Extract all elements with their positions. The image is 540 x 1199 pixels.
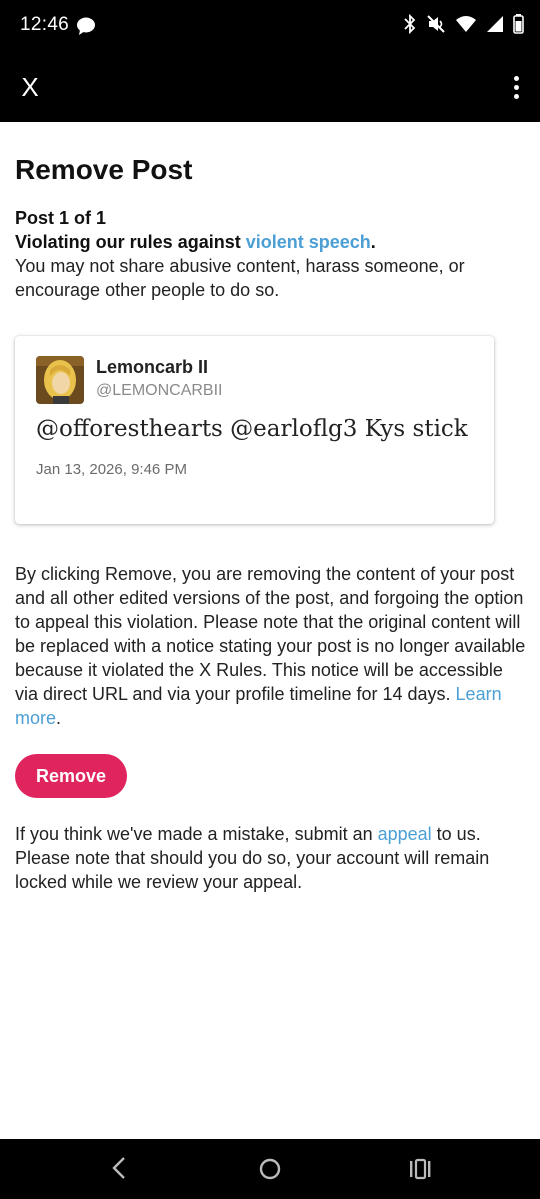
- avatar: [36, 356, 84, 404]
- post-count: Post 1 of 1: [15, 208, 107, 228]
- status-bar: 12:46: [0, 0, 540, 52]
- appeal-link[interactable]: appeal: [378, 824, 432, 844]
- removal-notice-suffix: .: [56, 708, 62, 728]
- appeal-info: If you think we've made a mistake, submi…: [15, 822, 527, 894]
- violent-speech-link[interactable]: violent speech: [246, 232, 371, 252]
- mute-icon: [426, 14, 446, 39]
- appeal-prefix: If you think we've made a mistake, submi…: [15, 824, 378, 844]
- post-timestamp: Jan 13, 2026, 9:46 PM: [36, 461, 187, 478]
- violation-suffix: .: [370, 232, 376, 252]
- system-navigation-bar: [0, 1139, 540, 1199]
- rule-description: You may not share abusive content, haras…: [15, 256, 465, 300]
- removal-notice-text: By clicking Remove, you are removing the…: [15, 564, 526, 704]
- more-options-icon[interactable]: [512, 76, 520, 100]
- post-display-name: Lemoncarb II: [96, 357, 209, 377]
- battery-icon: [513, 14, 524, 39]
- main-content: Remove Post Post 1 of 1 Violating our ru…: [15, 122, 527, 894]
- removal-notice: By clicking Remove, you are removing the…: [15, 562, 527, 730]
- cellular-signal-icon: [486, 15, 504, 38]
- app-bar: X: [0, 52, 540, 122]
- page-title: Remove Post: [15, 154, 193, 185]
- close-button[interactable]: X: [18, 72, 42, 102]
- post-text: @offoresthearts @earloflg3 Kys stick: [36, 416, 468, 442]
- chat-notification-icon: [76, 17, 96, 40]
- wifi-icon: [455, 15, 477, 38]
- violation-rule: Violating our rules against violent spee…: [15, 230, 527, 254]
- violation-prefix: Violating our rules against: [15, 232, 246, 252]
- bluetooth-icon: [403, 13, 417, 39]
- back-icon[interactable]: [108, 1155, 132, 1186]
- recents-icon[interactable]: [408, 1158, 432, 1185]
- status-icons: [403, 13, 524, 39]
- post-card: Lemoncarb II @LEMONCARBII @offorestheart…: [15, 336, 494, 524]
- remove-button[interactable]: Remove: [15, 754, 127, 798]
- home-icon[interactable]: [258, 1157, 282, 1186]
- status-time: 12:46: [20, 14, 70, 35]
- post-handle: @LEMONCARBII: [96, 382, 223, 399]
